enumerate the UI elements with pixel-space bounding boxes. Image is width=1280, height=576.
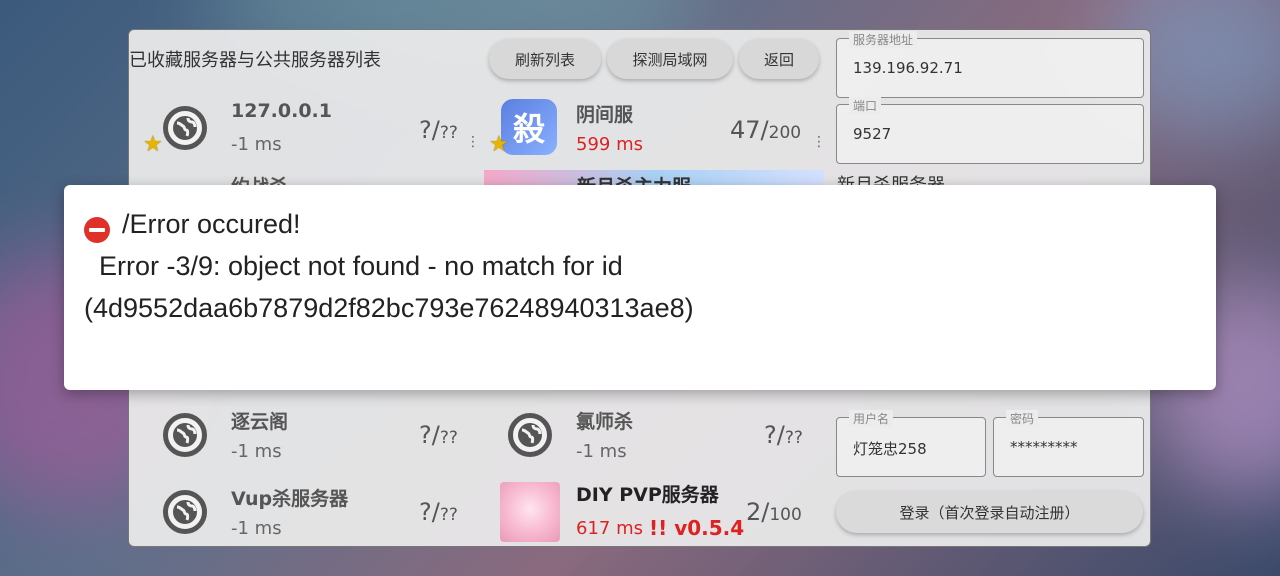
version-warning: !! v0.5.4	[649, 516, 745, 540]
server-ping: 599 ms	[576, 134, 643, 155]
player-count: ?/??	[419, 498, 458, 526]
player-count: ?/??	[419, 116, 458, 144]
error-dialog[interactable]: /Error occured! Error -3/9: object not f…	[64, 185, 1216, 390]
globe-icon	[163, 106, 207, 150]
globe-icon	[508, 413, 552, 457]
favorite-star-icon: ★	[489, 132, 509, 157]
server-entry[interactable]: Vup杀服务器 -1 ms ?/??	[129, 474, 479, 546]
player-count: ?/??	[419, 421, 458, 449]
player-count: ?/??	[764, 421, 803, 449]
globe-icon	[163, 413, 207, 457]
server-address-value: 139.196.92.71	[853, 59, 963, 77]
server-entry[interactable]: 逐云阁 -1 ms ?/??	[129, 397, 479, 471]
globe-icon	[163, 490, 207, 534]
login-button[interactable]: 登录（首次登录自动注册）	[836, 491, 1143, 533]
error-title: /Error occured!	[122, 209, 301, 239]
server-address-field[interactable]: 服务器地址 139.196.92.71	[836, 31, 1144, 98]
panel-title: 已收藏服务器与公共服务器列表	[129, 50, 381, 71]
more-options-icon[interactable]: ⋮	[812, 134, 826, 150]
port-value: 9527	[853, 125, 892, 143]
port-field[interactable]: 端口 9527	[836, 97, 1144, 164]
server-ping: -1 ms	[231, 441, 282, 462]
probe-lan-button[interactable]: 探测局域网	[607, 39, 733, 79]
server-ping: 617 ms	[576, 518, 643, 539]
server-name: 阴间服	[576, 104, 634, 126]
server-logo-icon: 殺	[501, 99, 557, 155]
server-name: 逐云阁	[231, 411, 289, 433]
server-ping: -1 ms	[231, 134, 282, 155]
server-avatar	[500, 482, 560, 542]
password-value: *********	[1010, 438, 1078, 456]
server-entry[interactable]: 氯师杀 -1 ms ?/??	[484, 397, 824, 471]
server-name: DIY PVP服务器	[576, 484, 719, 506]
no-entry-icon	[84, 217, 110, 243]
server-entry[interactable]: DIY PVP服务器 617 ms !! v0.5.4 2/100	[484, 474, 824, 546]
player-count: 47/200	[730, 116, 802, 144]
server-ping: -1 ms	[231, 518, 282, 539]
error-id: (4d9552daa6b7879d2f82bc793e76248940313ae…	[84, 293, 694, 323]
more-options-icon[interactable]: ⋮	[466, 134, 480, 150]
refresh-list-button[interactable]: 刷新列表	[489, 39, 601, 79]
favorite-star-icon: ★	[143, 132, 163, 157]
username-value: 灯笼忠258	[853, 440, 927, 458]
server-name: 127.0.0.1	[231, 100, 332, 122]
server-name: Vup杀服务器	[231, 488, 349, 510]
server-entry[interactable]: ★ 127.0.0.1 -1 ms ?/?? ⋮	[129, 90, 480, 170]
password-field[interactable]: 密码 *********	[993, 410, 1144, 477]
error-message: Error -3/9: object not found - no match …	[99, 251, 623, 281]
server-entry[interactable]: 殺 ★ 阴间服 599 ms 47/200 ⋮	[484, 90, 826, 170]
player-count: 2/100	[746, 498, 802, 526]
server-name: 氯师杀	[576, 411, 634, 433]
username-field[interactable]: 用户名 灯笼忠258	[836, 410, 986, 477]
back-button[interactable]: 返回	[739, 39, 819, 79]
server-ping: -1 ms	[576, 441, 627, 462]
